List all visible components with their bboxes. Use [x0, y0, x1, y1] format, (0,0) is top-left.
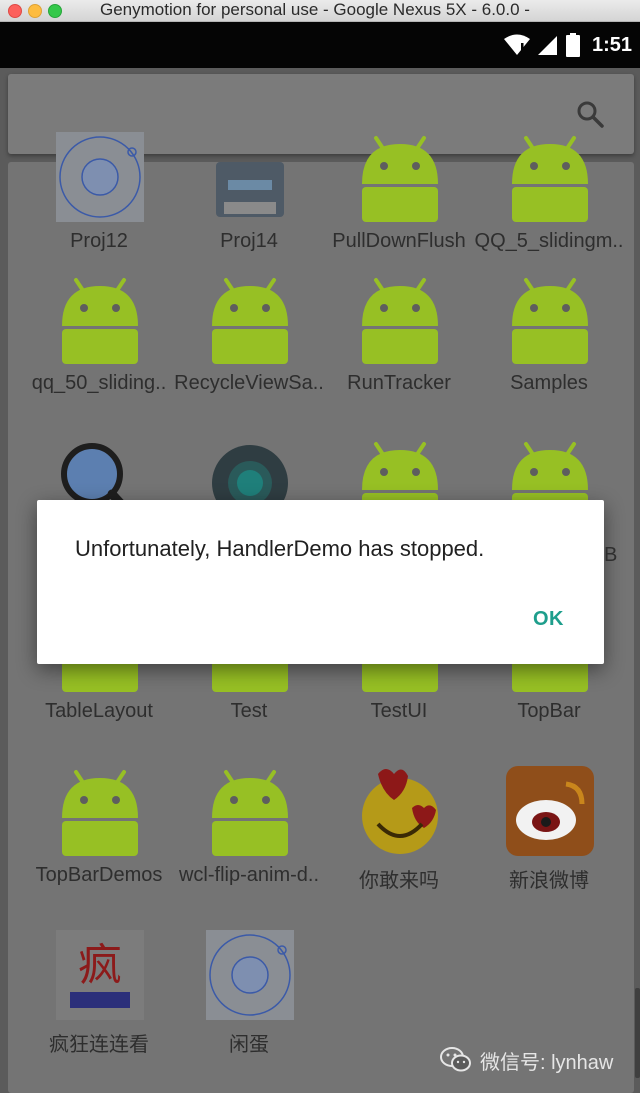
app-label: 闲蛋	[229, 1034, 269, 1056]
android-app-icon	[206, 766, 294, 856]
app-item[interactable]: 你敢来吗	[324, 766, 474, 916]
window-titlebar: Genymotion for personal use - Google Nex…	[0, 0, 640, 22]
app-item[interactable]: RunTracker	[324, 274, 474, 424]
app-label: 疯狂连连看	[49, 1034, 149, 1056]
minimize-window-button[interactable]	[28, 4, 42, 18]
close-window-button[interactable]	[8, 4, 22, 18]
app-label: TopBar	[517, 700, 581, 722]
app-item[interactable]: Samples	[474, 274, 624, 424]
app-label: Test	[230, 700, 268, 722]
window-title: Genymotion for personal use - Google Nex…	[100, 0, 530, 19]
app-label: QQ_5_slidingm..	[474, 230, 624, 252]
status-bar: 1:51	[0, 22, 640, 68]
app-label: 你敢来吗	[359, 870, 439, 892]
crazy-java-app-icon: 疯	[56, 930, 144, 1020]
app-label: RecycleViewSa..	[174, 372, 324, 394]
app-label: Samples	[510, 372, 588, 394]
signal-icon	[537, 36, 557, 55]
radar-app-icon	[56, 132, 144, 222]
weibo-app-icon	[506, 766, 594, 856]
android-app-icon	[56, 766, 144, 856]
app-item[interactable]: RecycleViewSa..	[174, 274, 324, 424]
partial-label: B	[604, 544, 618, 566]
app-item[interactable]: 闲蛋	[174, 930, 324, 1080]
search-icon[interactable]	[576, 100, 604, 128]
app-item[interactable]: 疯 疯狂连连看	[24, 930, 174, 1080]
radar-app-icon	[206, 930, 294, 1020]
maximize-window-button[interactable]	[48, 4, 62, 18]
app-label: 新浪微博	[509, 870, 589, 892]
app-label: TableLayout	[45, 700, 153, 722]
android-app-icon	[356, 132, 444, 222]
status-time: 1:51	[591, 33, 632, 56]
crash-dialog: Unfortunately, HandlerDemo has stopped. …	[37, 500, 604, 664]
android-app-icon	[506, 274, 594, 364]
app-item[interactable]: Proj12	[24, 132, 174, 282]
app-label: TopBarDemos	[35, 864, 163, 886]
app-item[interactable]: qq_50_sliding..	[24, 274, 174, 424]
app-label: Proj14	[220, 230, 278, 252]
printer-app-icon	[206, 132, 294, 222]
app-label: qq_50_sliding..	[31, 372, 167, 394]
wechat-icon	[440, 1047, 471, 1072]
app-item[interactable]: PullDownFlush	[324, 132, 474, 282]
android-app-icon	[506, 132, 594, 222]
app-label: TestUI	[370, 700, 428, 722]
app-item[interactable]: wcl-flip-anim-d..	[174, 766, 324, 916]
app-item[interactable]: 新浪微博	[474, 766, 624, 916]
battery-icon	[565, 33, 580, 57]
launcher-screen: Proj12 Proj14 PullDownFlush QQ_5_sliding…	[0, 68, 640, 1093]
app-label: wcl-flip-anim-d..	[178, 864, 320, 886]
android-app-icon	[206, 274, 294, 364]
app-item[interactable]: Proj14	[174, 132, 324, 282]
android-app-icon	[356, 274, 444, 364]
wechat-watermark: 微信号: lynhaw	[440, 1042, 613, 1078]
app-item[interactable]: QQ_5_slidingm..	[474, 132, 624, 282]
drawer-scrollbar[interactable]	[635, 988, 640, 1078]
watermark-text: 微信号: lynhaw	[480, 1051, 614, 1074]
wifi-icon	[503, 34, 530, 55]
app-label: PullDownFlush	[332, 230, 466, 252]
ok-button[interactable]: OK	[533, 608, 564, 631]
app-label: Proj12	[70, 230, 128, 252]
dialog-message: Unfortunately, HandlerDemo has stopped.	[75, 536, 485, 561]
app-item[interactable]: TopBarDemos	[24, 766, 174, 916]
heart-smiley-app-icon	[356, 766, 444, 856]
android-app-icon	[56, 274, 144, 364]
svg-text:疯: 疯	[78, 940, 122, 991]
app-label: RunTracker	[347, 372, 451, 394]
